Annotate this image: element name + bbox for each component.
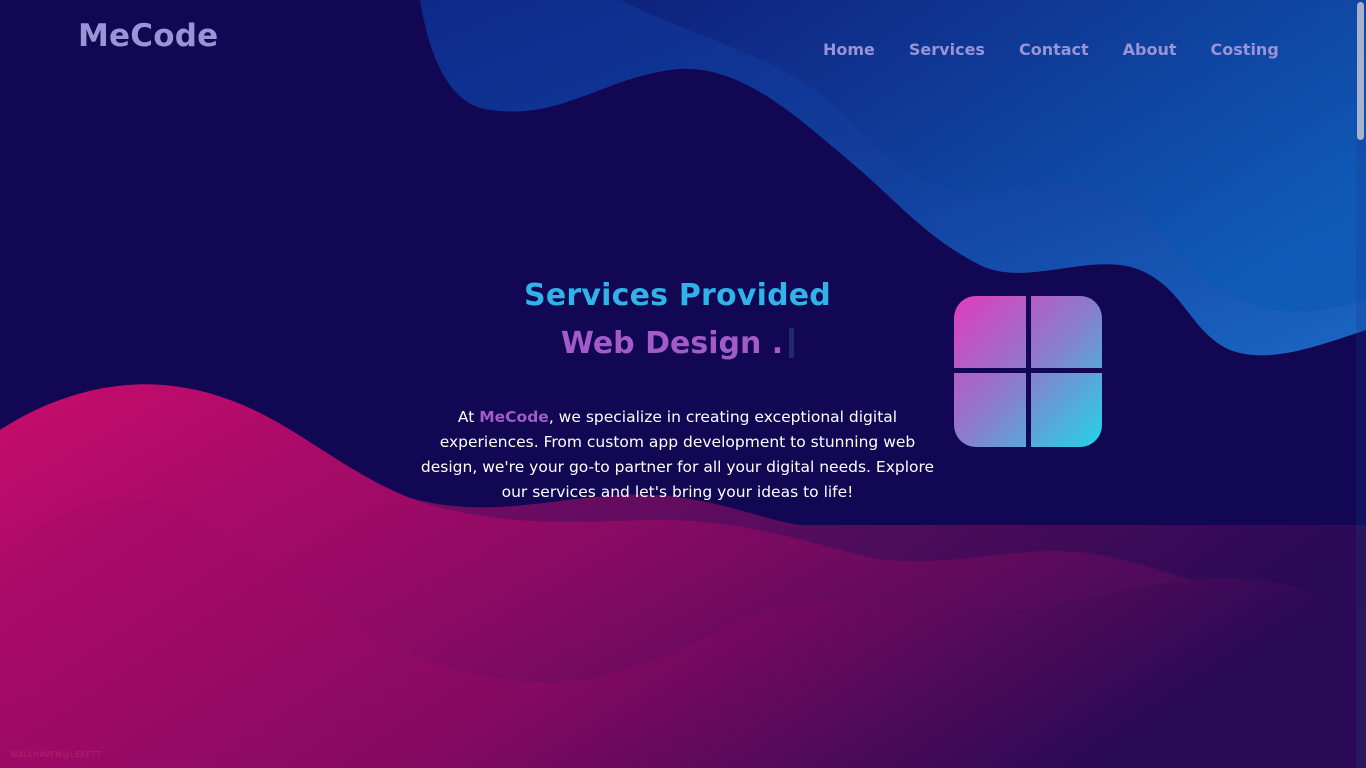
nav-about-link[interactable]: About: [1123, 40, 1177, 59]
typing-caret: [789, 328, 795, 358]
main-nav: Home Services Contact About Costing: [823, 40, 1279, 59]
nav-costing-link[interactable]: Costing: [1211, 40, 1279, 59]
brand-highlight: MeCode: [479, 408, 549, 426]
hero-description: At MeCode, we specialize in creating exc…: [420, 405, 935, 505]
hero-title: Services Provided: [524, 278, 831, 313]
hero-typed-text: Web Design .: [560, 326, 784, 361]
nav-home-link[interactable]: Home: [823, 40, 875, 59]
nav-contact-link[interactable]: Contact: [1019, 40, 1089, 59]
hero-typed-line: Web Design .: [420, 323, 935, 365]
hero-section: Services Provided Web Design . At MeCode…: [420, 275, 935, 521]
wallpaper-watermark: WALLHAVEN@LEKETT: [10, 750, 102, 759]
nav-services-link[interactable]: Services: [909, 40, 985, 59]
site-logo[interactable]: MeCode: [78, 18, 218, 54]
description-prefix: At: [457, 408, 480, 426]
scrollbar-thumb[interactable]: [1357, 2, 1364, 140]
windows-logo-icon: [954, 296, 1102, 447]
page: MeCode Home Services Contact About Costi…: [0, 0, 1366, 768]
